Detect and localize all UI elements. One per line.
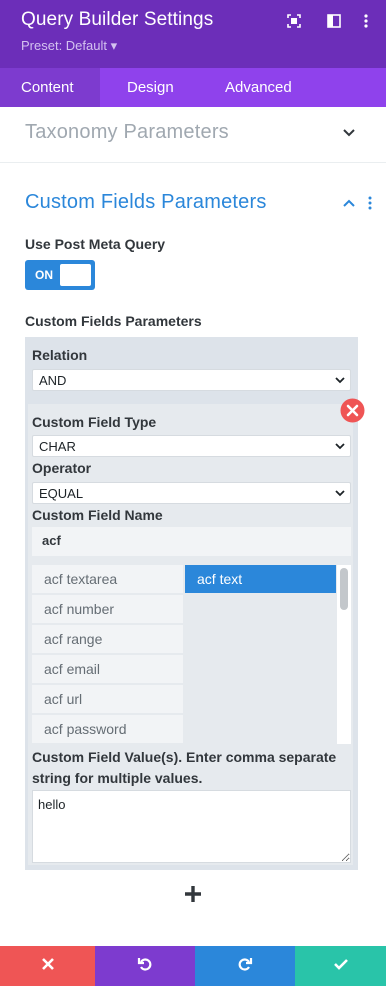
field-name-label: Custom Field Name bbox=[32, 507, 163, 523]
chevron-up-icon[interactable] bbox=[342, 196, 358, 212]
undo-icon bbox=[137, 956, 153, 977]
list-item[interactable]: acf range bbox=[32, 625, 183, 653]
fullscreen-icon[interactable] bbox=[286, 13, 302, 29]
remove-item-icon[interactable] bbox=[340, 398, 365, 423]
redo-button[interactable] bbox=[195, 946, 295, 986]
field-value-label-line1: Custom Field Value(s). Enter comma separ… bbox=[32, 749, 337, 765]
list-item[interactable]: acf number bbox=[32, 595, 183, 623]
section-options-icon[interactable] bbox=[368, 196, 376, 212]
more-icon[interactable] bbox=[358, 13, 374, 29]
field-type-label: Custom Field Type bbox=[32, 414, 157, 430]
field-value-label: Custom Field Value(s). Enter comma separ… bbox=[32, 747, 336, 789]
operator-label: Operator bbox=[32, 460, 92, 476]
operator-select[interactable]: EQUAL bbox=[32, 482, 351, 504]
chevron-down-icon bbox=[334, 374, 346, 386]
chevron-down-icon bbox=[334, 440, 346, 452]
list-scrollbar[interactable] bbox=[337, 565, 351, 744]
discard-button[interactable] bbox=[0, 946, 95, 986]
check-icon bbox=[333, 957, 349, 976]
toggle-knob bbox=[60, 264, 91, 286]
chevron-down-icon bbox=[334, 487, 346, 499]
preset-selector[interactable]: Preset: Default ▾ bbox=[21, 38, 117, 54]
field-value-textarea[interactable] bbox=[32, 790, 351, 863]
tab-content[interactable]: Content bbox=[0, 68, 100, 107]
tab-design[interactable]: Design bbox=[100, 68, 200, 107]
relation-select[interactable]: AND bbox=[32, 369, 351, 391]
list-item[interactable]: acf password bbox=[32, 715, 183, 743]
field-type-select[interactable]: CHAR bbox=[32, 435, 351, 457]
action-bar bbox=[0, 946, 386, 986]
modal-title: Query Builder Settings bbox=[21, 9, 214, 30]
add-item-icon[interactable] bbox=[183, 884, 203, 904]
chevron-down-icon[interactable] bbox=[342, 125, 358, 141]
selected-list-item[interactable]: acf text bbox=[185, 565, 336, 593]
relation-value: AND bbox=[39, 373, 67, 388]
relation-label: Relation bbox=[32, 347, 88, 363]
tab-advanced[interactable]: Advanced bbox=[200, 68, 320, 107]
list-item[interactable]: acf email bbox=[32, 655, 183, 683]
taxonomy-section[interactable]: Taxonomy Parameters bbox=[0, 107, 386, 163]
tab-bar: Content Design Advanced bbox=[0, 68, 386, 107]
custom-fields-section-title[interactable]: Custom Fields Parameters bbox=[25, 191, 267, 214]
undo-button[interactable] bbox=[95, 946, 195, 986]
sidebar-icon[interactable] bbox=[326, 13, 342, 29]
scrollbar-thumb[interactable] bbox=[340, 568, 348, 610]
list-item[interactable]: acf url bbox=[32, 685, 183, 713]
field-name-input[interactable]: acf bbox=[32, 527, 351, 556]
toggle-state-label: ON bbox=[35, 268, 53, 282]
use-meta-query-label: Use Post Meta Query bbox=[25, 236, 166, 252]
use-meta-query-toggle[interactable]: ON bbox=[25, 260, 95, 290]
cf-params-label: Custom Fields Parameters bbox=[25, 313, 202, 329]
field-value-label-line2: string for multiple values. bbox=[32, 770, 203, 786]
list-item[interactable]: acf textarea bbox=[32, 565, 183, 593]
taxonomy-section-title: Taxonomy Parameters bbox=[25, 121, 229, 143]
close-icon bbox=[41, 957, 55, 976]
save-button[interactable] bbox=[295, 946, 386, 986]
redo-icon bbox=[237, 956, 253, 977]
settings-header: Query Builder Settings Preset: Default ▾ bbox=[0, 0, 386, 68]
field-type-value: CHAR bbox=[39, 439, 76, 454]
operator-value: EQUAL bbox=[39, 486, 84, 501]
